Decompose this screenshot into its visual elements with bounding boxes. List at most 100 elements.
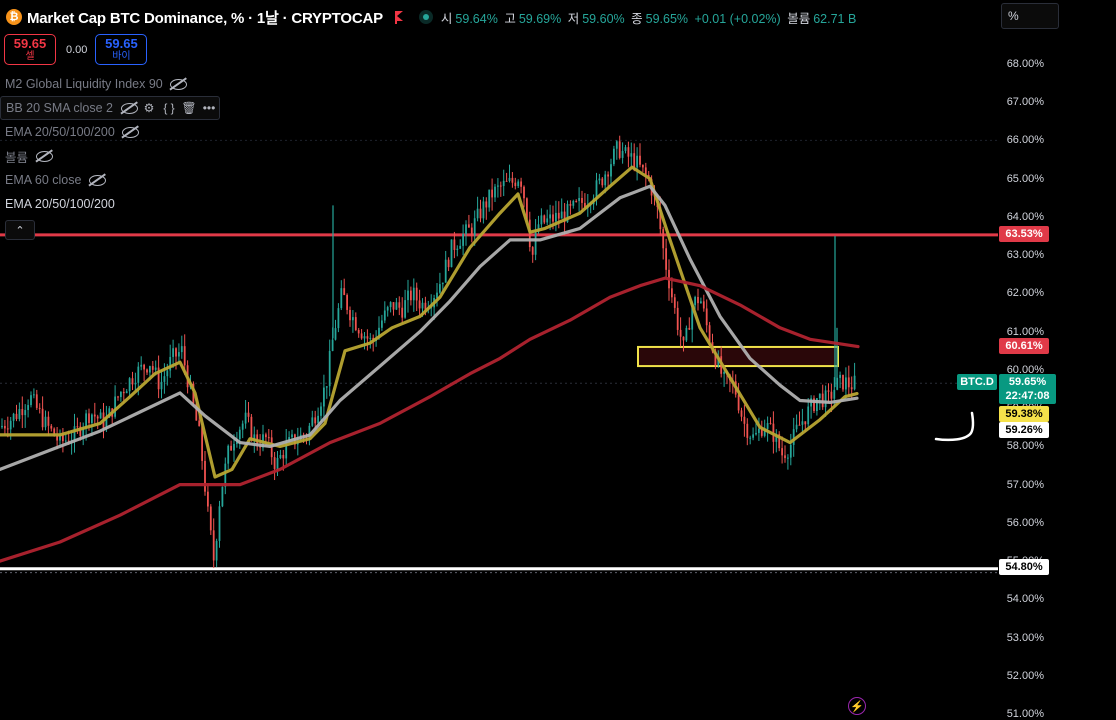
candle-body (30, 395, 32, 406)
indicator-volume[interactable]: 볼륨 (0, 145, 54, 167)
candle-body (360, 333, 363, 339)
candle-body (50, 425, 53, 429)
candle-body (41, 408, 44, 428)
candle-body (833, 389, 836, 399)
settings-icon[interactable]: ⚙ (139, 101, 159, 115)
candle-body (758, 428, 760, 433)
indicator-bollinger-bands[interactable]: BB 20 SMA close 2 ⚙ { } 🗑 ••• (0, 96, 221, 120)
ema-slow-price-label: 60.61% (999, 338, 1049, 354)
candle-body (839, 374, 841, 378)
candle-body (230, 445, 232, 451)
symbol-title[interactable]: Market Cap BTC Dominance, % · 1날 · CRYPT… (27, 7, 383, 28)
sell-label: 셀 (25, 50, 35, 62)
candle-body (218, 506, 221, 541)
change-value: +0.01 (+0.02%) (694, 11, 781, 26)
candle-body (398, 302, 401, 308)
candle-body (317, 415, 319, 424)
candle-body (204, 460, 206, 492)
eye-off-icon[interactable] (121, 126, 141, 138)
candle-body (207, 491, 209, 507)
source-code-icon[interactable]: { } (159, 101, 179, 115)
candle-body (607, 174, 609, 177)
indicator-label: EMA 20/50/100/200 (5, 125, 115, 139)
indicator-ema-hidden[interactable]: EMA 20/50/100/200 (0, 121, 141, 143)
candle-body (743, 416, 746, 424)
indicator-m2-liquidity[interactable]: M2 Global Liquidity Index 90 (0, 73, 189, 95)
candle-body (665, 248, 667, 270)
candle-body (824, 390, 827, 408)
trash-icon[interactable]: 🗑 (179, 101, 199, 115)
candle-body (444, 259, 447, 283)
candle-body (38, 407, 41, 409)
candle-body (421, 302, 424, 309)
candle-body (6, 428, 9, 430)
more-icon[interactable]: ••• (199, 101, 219, 115)
buy-price: 59.65 (105, 35, 138, 51)
candle-body (705, 308, 708, 326)
candle-body (581, 197, 583, 203)
candle-body (241, 423, 244, 430)
candle-body (279, 455, 282, 459)
candle-body (508, 177, 511, 181)
candle-body (769, 423, 772, 425)
candle-body (560, 211, 563, 219)
candle-body (511, 177, 514, 183)
symbol-search-input[interactable] (1001, 3, 1059, 29)
candle-body (673, 297, 676, 308)
candle-body (555, 212, 557, 222)
y-tick-label: 66.00% (1006, 134, 1044, 147)
buy-button[interactable]: 59.65 바이 (95, 34, 148, 65)
candle-body (615, 141, 618, 149)
candle-body (114, 396, 116, 417)
y-tick-label: 68.00% (1006, 57, 1044, 70)
candle-body (630, 153, 633, 157)
candle-body (366, 336, 369, 339)
candle-body (827, 390, 830, 392)
candle-body (494, 186, 496, 198)
indicator-ema-visible[interactable]: EMA 20/50/100/200 (0, 193, 121, 215)
y-tick-label: 51.00% (1006, 708, 1044, 720)
candle-body (163, 376, 166, 382)
indicator-label: EMA 60 close (5, 173, 82, 187)
close-value: 59.65% (645, 11, 689, 26)
candle-body (265, 434, 267, 438)
flag-icon[interactable] (393, 10, 407, 24)
candle-body (346, 294, 348, 310)
candle-body (395, 302, 398, 310)
candle-body (453, 239, 456, 250)
candle-body (752, 434, 754, 438)
eye-off-icon[interactable] (169, 78, 189, 90)
candle-body (143, 364, 145, 370)
y-tick-label: 53.00% (1006, 631, 1044, 644)
candle-body (88, 413, 90, 423)
candle-body (215, 540, 218, 561)
low-label: 저 (567, 11, 580, 26)
candle-body (273, 457, 276, 469)
candle-body (804, 421, 807, 425)
spread-value: 0.00 (66, 43, 88, 56)
candle-body (479, 208, 482, 219)
candle-body (557, 212, 560, 219)
candle-body (662, 229, 665, 249)
sell-button[interactable]: 59.65 셀 (4, 34, 56, 65)
indicator-label: BB 20 SMA close 2 (6, 101, 114, 115)
collapse-legend-button[interactable]: ⌃ (5, 220, 35, 240)
candle-body (117, 396, 119, 398)
eye-off-icon[interactable] (119, 102, 139, 114)
lightning-icon[interactable]: ⚡ (848, 697, 866, 715)
indicator-ema-60[interactable]: EMA 60 close (0, 169, 107, 191)
candle-body (549, 214, 551, 219)
high-label: 고 (504, 11, 516, 26)
candle-body (598, 178, 601, 181)
market-status-icon[interactable] (418, 10, 433, 24)
y-tick-label: 61.00% (1006, 325, 1044, 338)
eye-off-icon[interactable] (87, 174, 107, 186)
candle-body (93, 414, 96, 417)
candle-body (15, 413, 18, 419)
candle-body (830, 391, 833, 399)
resistance-price-label: 63.53% (999, 226, 1049, 242)
eye-off-icon[interactable] (34, 150, 54, 162)
candle-body (676, 307, 679, 330)
candle-body (354, 317, 357, 331)
candle-body (853, 375, 856, 390)
